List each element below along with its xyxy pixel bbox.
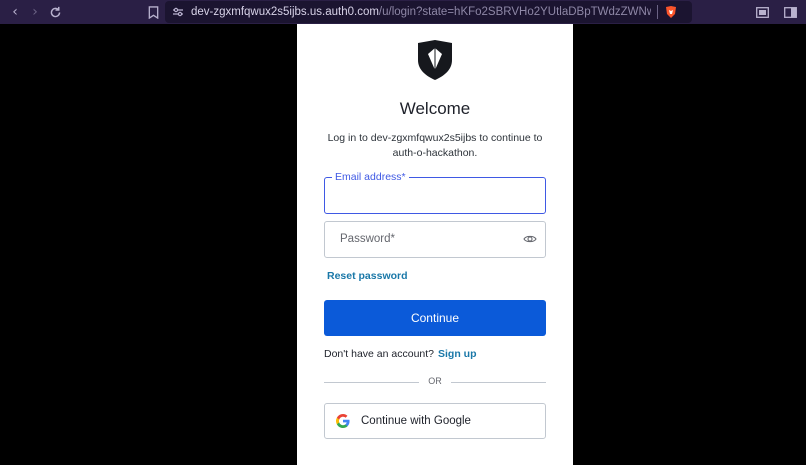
page-title: Welcome: [399, 99, 471, 118]
reader-mode-icon[interactable]: [752, 1, 772, 23]
google-icon: [336, 414, 350, 428]
reload-icon[interactable]: [44, 1, 66, 23]
reset-password-link[interactable]: Reset password: [327, 270, 408, 282]
forward-icon[interactable]: ›: [24, 1, 46, 23]
divider-line-right: [451, 382, 546, 383]
auth0-shield-logo-icon: [418, 40, 452, 80]
or-text: OR: [428, 376, 442, 386]
email-label: Email address*: [332, 171, 409, 183]
no-account-text: Don't have an account?: [324, 348, 434, 360]
page-subtitle: Log in to dev-zgxmfqwux2s5ijbs to contin…: [327, 132, 543, 159]
sign-up-link[interactable]: Sign up: [438, 348, 477, 360]
sidebar-icon[interactable]: [780, 1, 800, 23]
back-icon[interactable]: ‹: [4, 1, 26, 23]
browser-toolbar: ‹ › dev-zgxmfqwux2s5ijbs.us.auth0.com/u/…: [0, 0, 806, 24]
bookmark-icon[interactable]: [142, 1, 164, 23]
email-field[interactable]: Email address*: [324, 171, 546, 214]
show-password-icon[interactable]: [523, 233, 537, 245]
brave-shield-icon[interactable]: [664, 5, 678, 19]
continue-button[interactable]: Continue: [324, 300, 546, 336]
password-field[interactable]: Password*: [324, 221, 546, 258]
google-button-label: Continue with Google: [361, 415, 471, 427]
or-divider: OR: [324, 376, 546, 388]
site-settings-icon[interactable]: [165, 7, 191, 17]
signup-row: Don't have an account? Sign up: [324, 348, 477, 360]
url-text: dev-zgxmfqwux2s5ijbs.us.auth0.com/u/logi…: [191, 6, 651, 18]
address-bar[interactable]: dev-zgxmfqwux2s5ijbs.us.auth0.com/u/logi…: [165, 1, 692, 23]
address-divider: [657, 5, 658, 19]
login-card: Welcome Log in to dev-zgxmfqwux2s5ijbs t…: [297, 24, 573, 465]
continue-with-google-button[interactable]: Continue with Google: [324, 403, 546, 439]
password-placeholder: Password*: [340, 233, 395, 245]
